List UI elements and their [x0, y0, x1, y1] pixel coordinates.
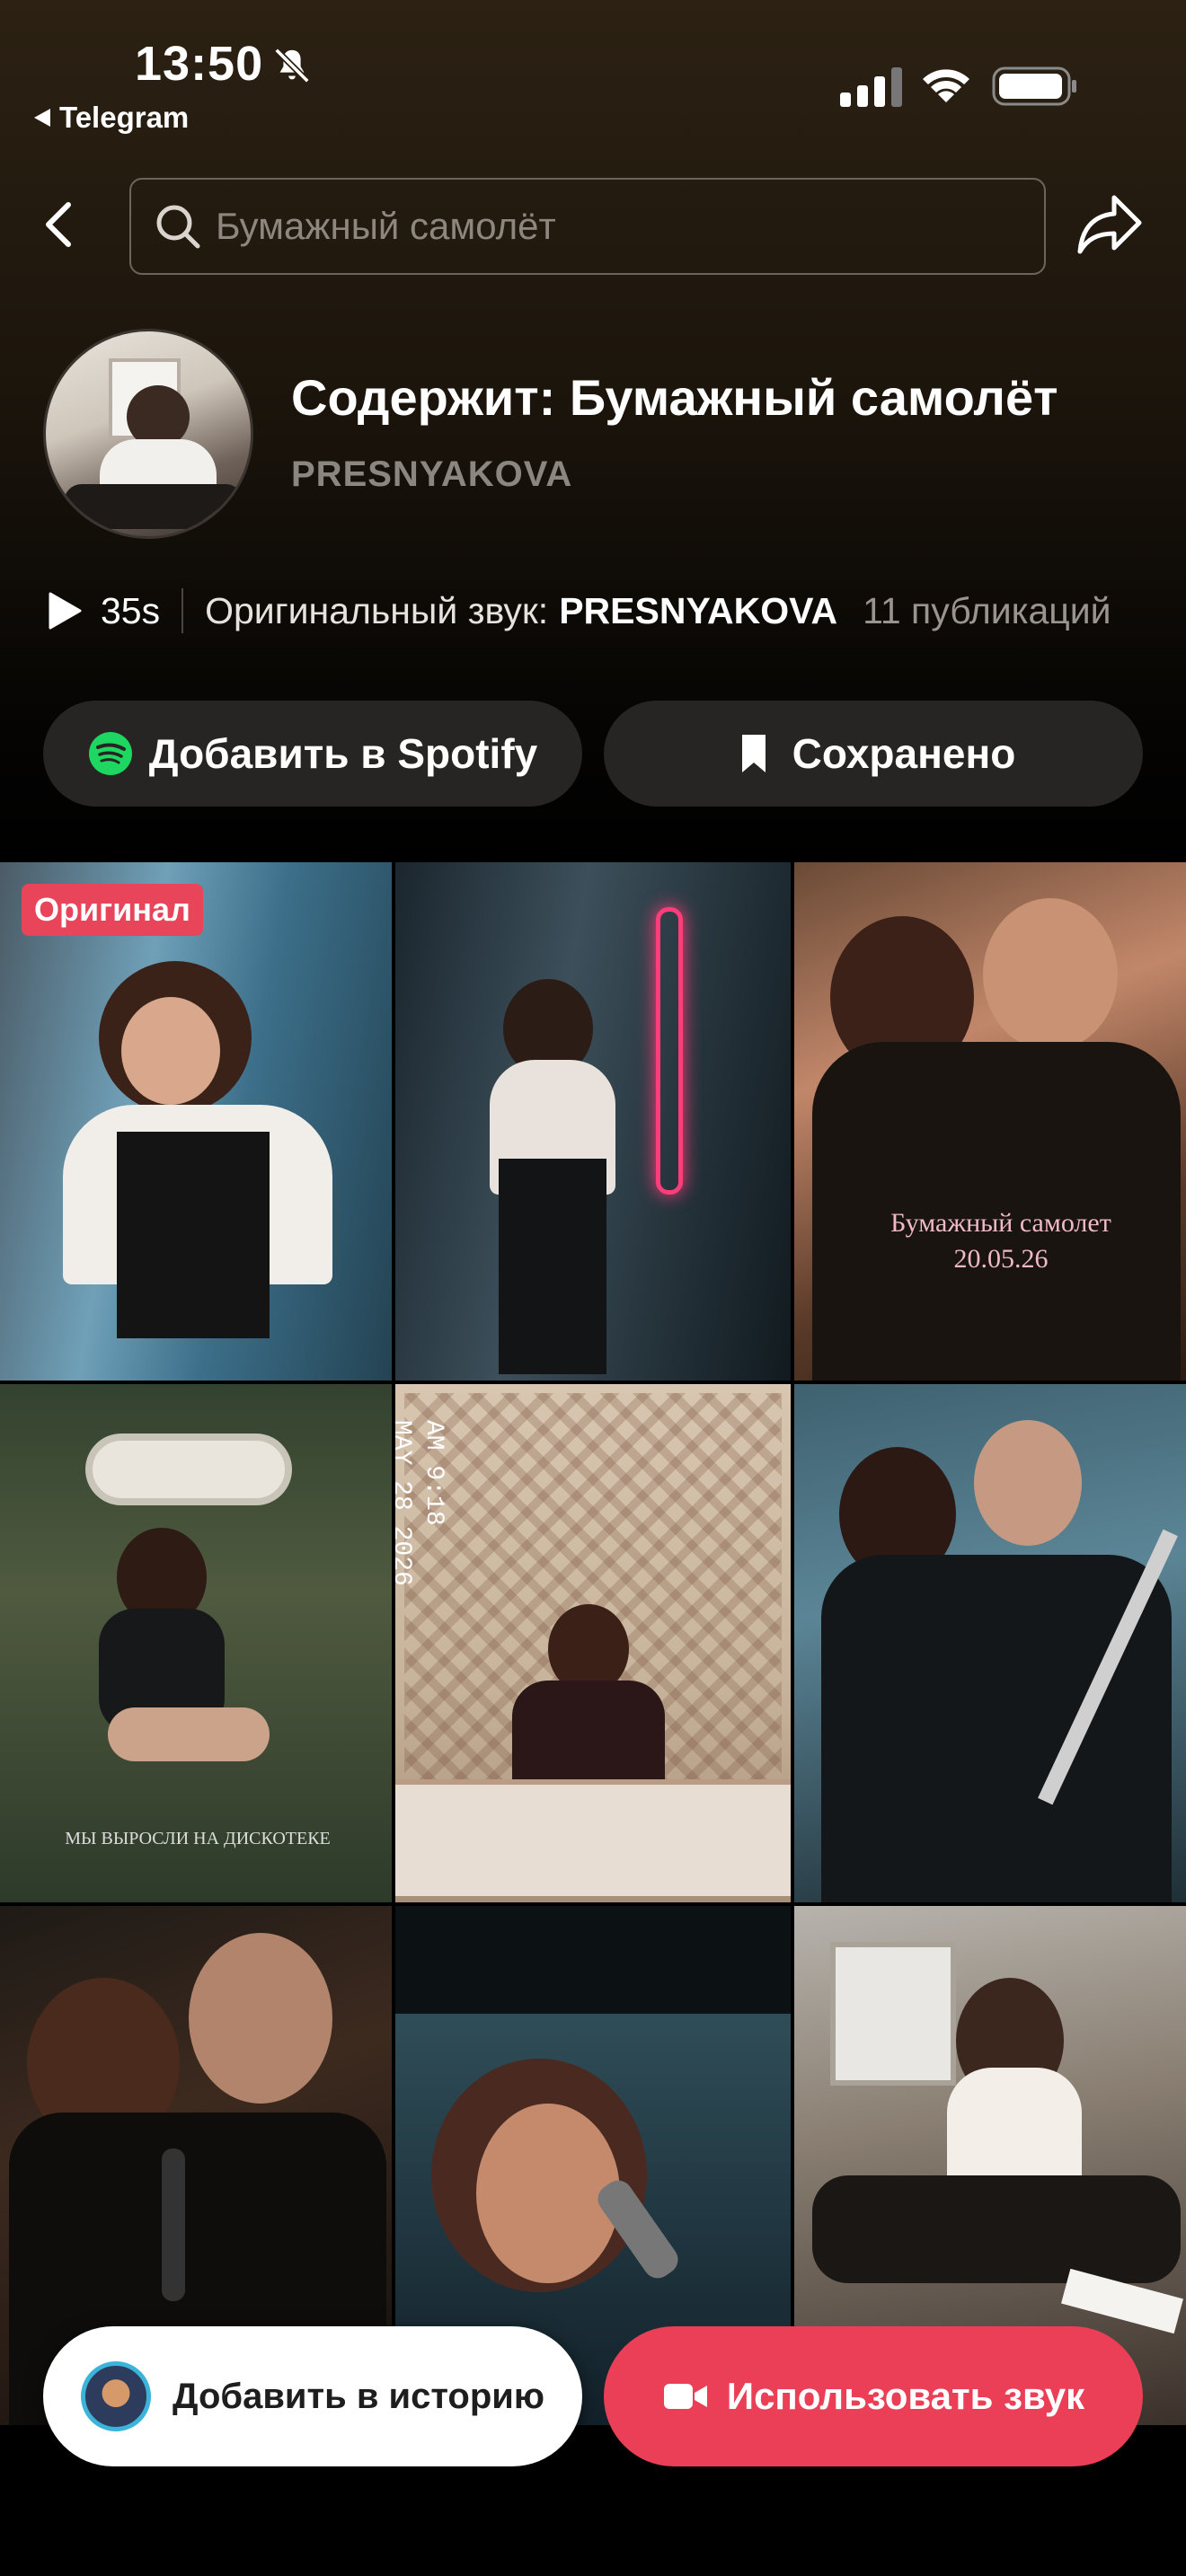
sound-cover-image	[43, 329, 253, 539]
tile-caption: МЫ ВЫРОСЛИ НА ДИСКОТЕКЕ	[65, 1829, 331, 1848]
video-timestamp-time: AM 9:18	[420, 1420, 447, 1526]
tile-caption: Бумажный самолет	[890, 1208, 1111, 1238]
search-field[interactable]	[129, 178, 1046, 275]
use-sound-button[interactable]: Использовать звук	[604, 2326, 1143, 2466]
bookmark-icon	[741, 735, 766, 772]
sound-title: Содержит: Бумажный самолёт	[291, 369, 1058, 426]
spotify-icon	[88, 732, 132, 775]
share-arrow-icon[interactable]	[1075, 192, 1145, 257]
video-thumbnail[interactable]: Бумажный самолет 20.05.26	[794, 862, 1186, 1381]
original-sound-label: Оригинальный звук:	[205, 589, 549, 631]
original-sound-artist[interactable]: PRESNYAKOVA	[559, 590, 837, 632]
cellular-signal-icon	[840, 67, 902, 107]
add-to-story-label: Добавить в историю	[172, 2376, 545, 2416]
sound-duration: 35s	[101, 589, 161, 631]
saved-button[interactable]: Сохранено	[604, 701, 1143, 807]
video-camera-icon	[663, 2384, 707, 2409]
tile-caption-date: 20.05.26	[953, 1244, 1049, 1274]
meta-divider	[181, 588, 184, 633]
saved-label: Сохранено	[792, 730, 1016, 777]
video-thumbnail[interactable]	[794, 1384, 1186, 1902]
play-icon[interactable]	[47, 591, 83, 631]
back-to-app-link[interactable]: Telegram	[34, 101, 189, 135]
original-badge: Оригинал	[22, 884, 203, 936]
wifi-icon	[923, 69, 969, 102]
battery-icon	[992, 66, 1076, 106]
back-chevron-icon[interactable]	[36, 198, 83, 251]
video-thumbnail[interactable]: Оригинал	[0, 862, 392, 1381]
back-app-label: Telegram	[59, 101, 190, 134]
video-grid: Оригинал Бумажный самолет 20.05.26 МЫ ВЫ…	[0, 862, 1186, 2429]
search-input[interactable]	[216, 205, 1024, 248]
publications-count: 11 публикаций	[863, 589, 1111, 631]
video-timestamp-date: MAY 28 2026	[395, 1420, 415, 1586]
use-sound-label: Использовать звук	[726, 2375, 1085, 2417]
bell-off-icon	[274, 48, 310, 84]
video-thumbnail[interactable]: МЫ ВЫРОСЛИ НА ДИСКОТЕКЕ	[0, 1384, 392, 1902]
search-icon	[156, 205, 200, 249]
video-thumbnail[interactable]: AM 9:18 MAY 28 2026	[395, 1384, 791, 1902]
sound-meta-row: 35s Оригинальный звук: PRESNYAKOVA 11 пу…	[47, 582, 1161, 640]
avatar	[80, 2361, 151, 2431]
sound-artist[interactable]: PRESNYAKOVA	[291, 454, 572, 495]
spotify-label: Добавить в Spotify	[148, 730, 538, 777]
add-to-story-button[interactable]: Добавить в историю	[43, 2326, 582, 2466]
add-to-spotify-button[interactable]: Добавить в Spotify	[43, 701, 582, 807]
video-thumbnail[interactable]	[395, 862, 791, 1381]
status-time: 13:50	[135, 37, 264, 91]
back-triangle-icon	[34, 109, 50, 127]
